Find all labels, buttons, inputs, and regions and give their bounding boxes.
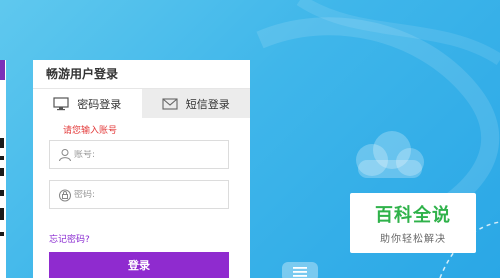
left-edge-strip [0, 60, 6, 278]
password-field[interactable] [49, 180, 229, 209]
login-panel-title: 畅游用户登录 [33, 60, 250, 89]
tab-password-login-label: 密码登录 [77, 97, 122, 111]
cloud-icon [356, 131, 424, 178]
watermark-subtitle: 助你轻松解决 [380, 234, 446, 245]
envelope-icon [162, 97, 178, 110]
password-input[interactable] [74, 189, 214, 200]
bottom-menu-button[interactable] [282, 262, 318, 278]
watermark-title: 百科全说 [375, 205, 451, 226]
user-icon [59, 148, 71, 161]
left-edge-accent [0, 60, 5, 80]
tab-sms-login[interactable]: 短信登录 [141, 89, 250, 118]
tab-sms-login-label: 短信登录 [185, 97, 230, 111]
forgot-password-link[interactable]: 忘记密码? [49, 232, 90, 245]
account-input[interactable] [74, 149, 214, 160]
monitor-icon [53, 96, 69, 110]
menu-icon [293, 267, 307, 277]
error-message: 请您输入账号 [63, 126, 118, 136]
tab-password-login[interactable]: 密码登录 [33, 89, 142, 118]
lock-icon [59, 189, 71, 201]
login-tabs: 密码登录 短信登录 [33, 89, 250, 118]
login-panel: 畅游用户登录 密码登录 短信登录 请您输入账号 账号: 忘记密码? 登录 [33, 60, 250, 278]
watermark-badge: 百科全说 助你轻松解决 [350, 193, 476, 253]
account-field[interactable] [49, 140, 229, 169]
login-button[interactable]: 登录 [49, 252, 229, 278]
